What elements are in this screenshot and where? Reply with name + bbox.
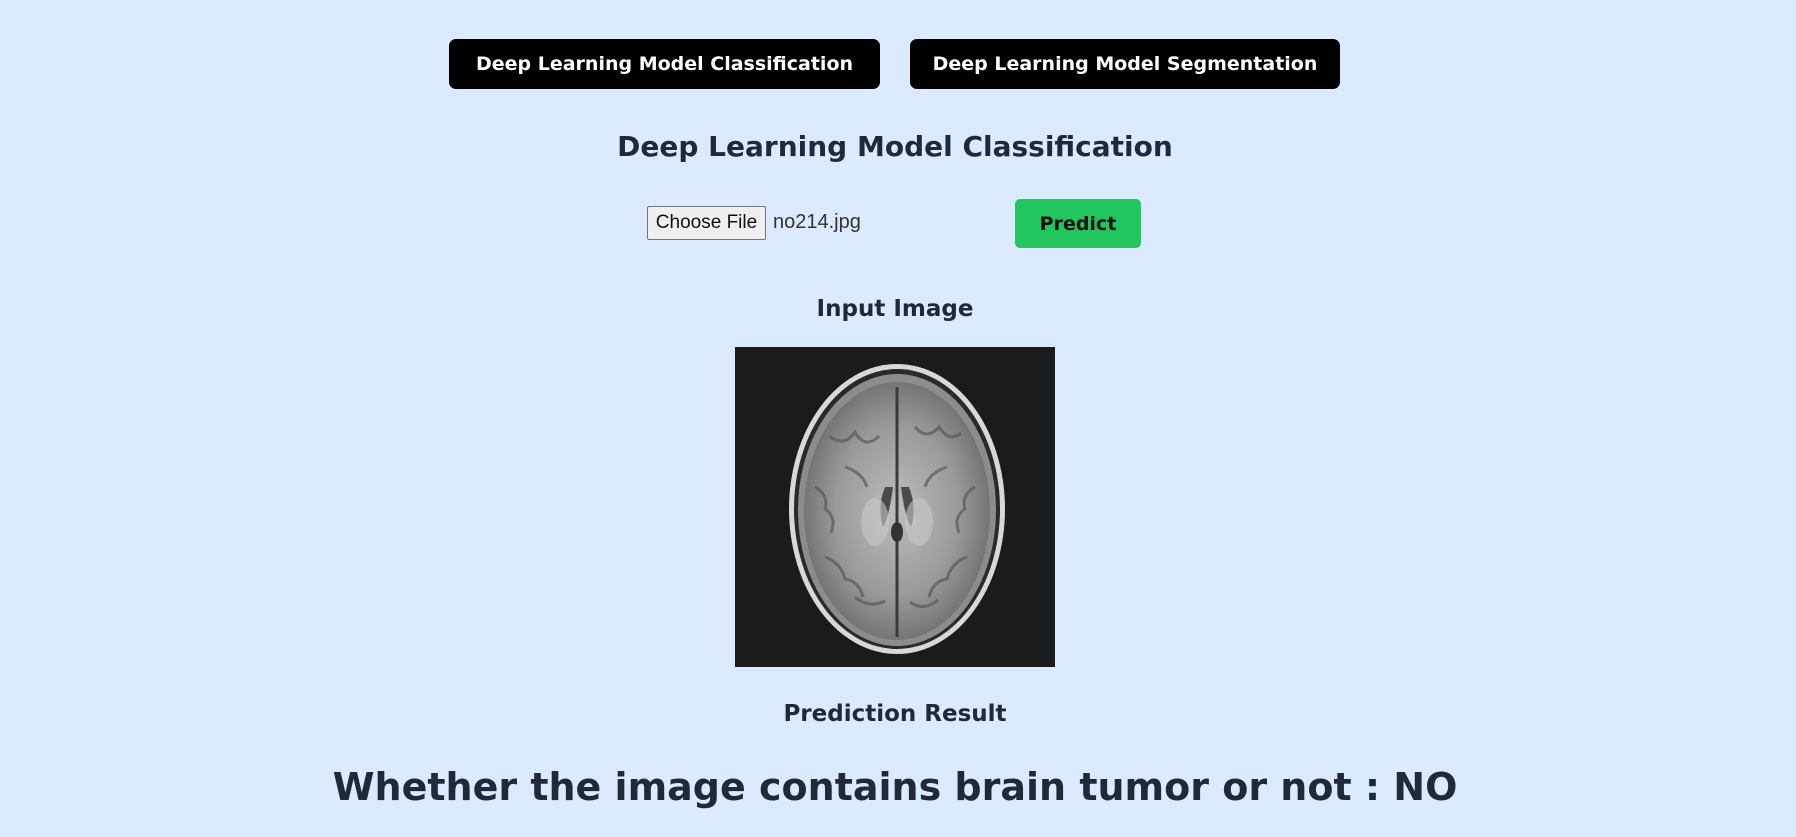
choose-file-button[interactable]: Choose File xyxy=(647,206,766,240)
segmentation-tab-button[interactable]: Deep Learning Model Segmentation xyxy=(910,39,1340,89)
mri-brain-scan-image xyxy=(735,347,1055,667)
selected-file-name: no214.jpg xyxy=(773,211,861,233)
page-title: Deep Learning Model Classification xyxy=(617,130,1173,163)
prediction-result-heading: Prediction Result xyxy=(783,701,1007,727)
prediction-result-text: Whether the image contains brain tumor o… xyxy=(332,765,1458,809)
predict-button[interactable]: Predict xyxy=(1015,199,1141,248)
classification-tab-button[interactable]: Deep Learning Model Classification xyxy=(449,39,880,89)
input-image-heading: Input Image xyxy=(816,296,974,322)
